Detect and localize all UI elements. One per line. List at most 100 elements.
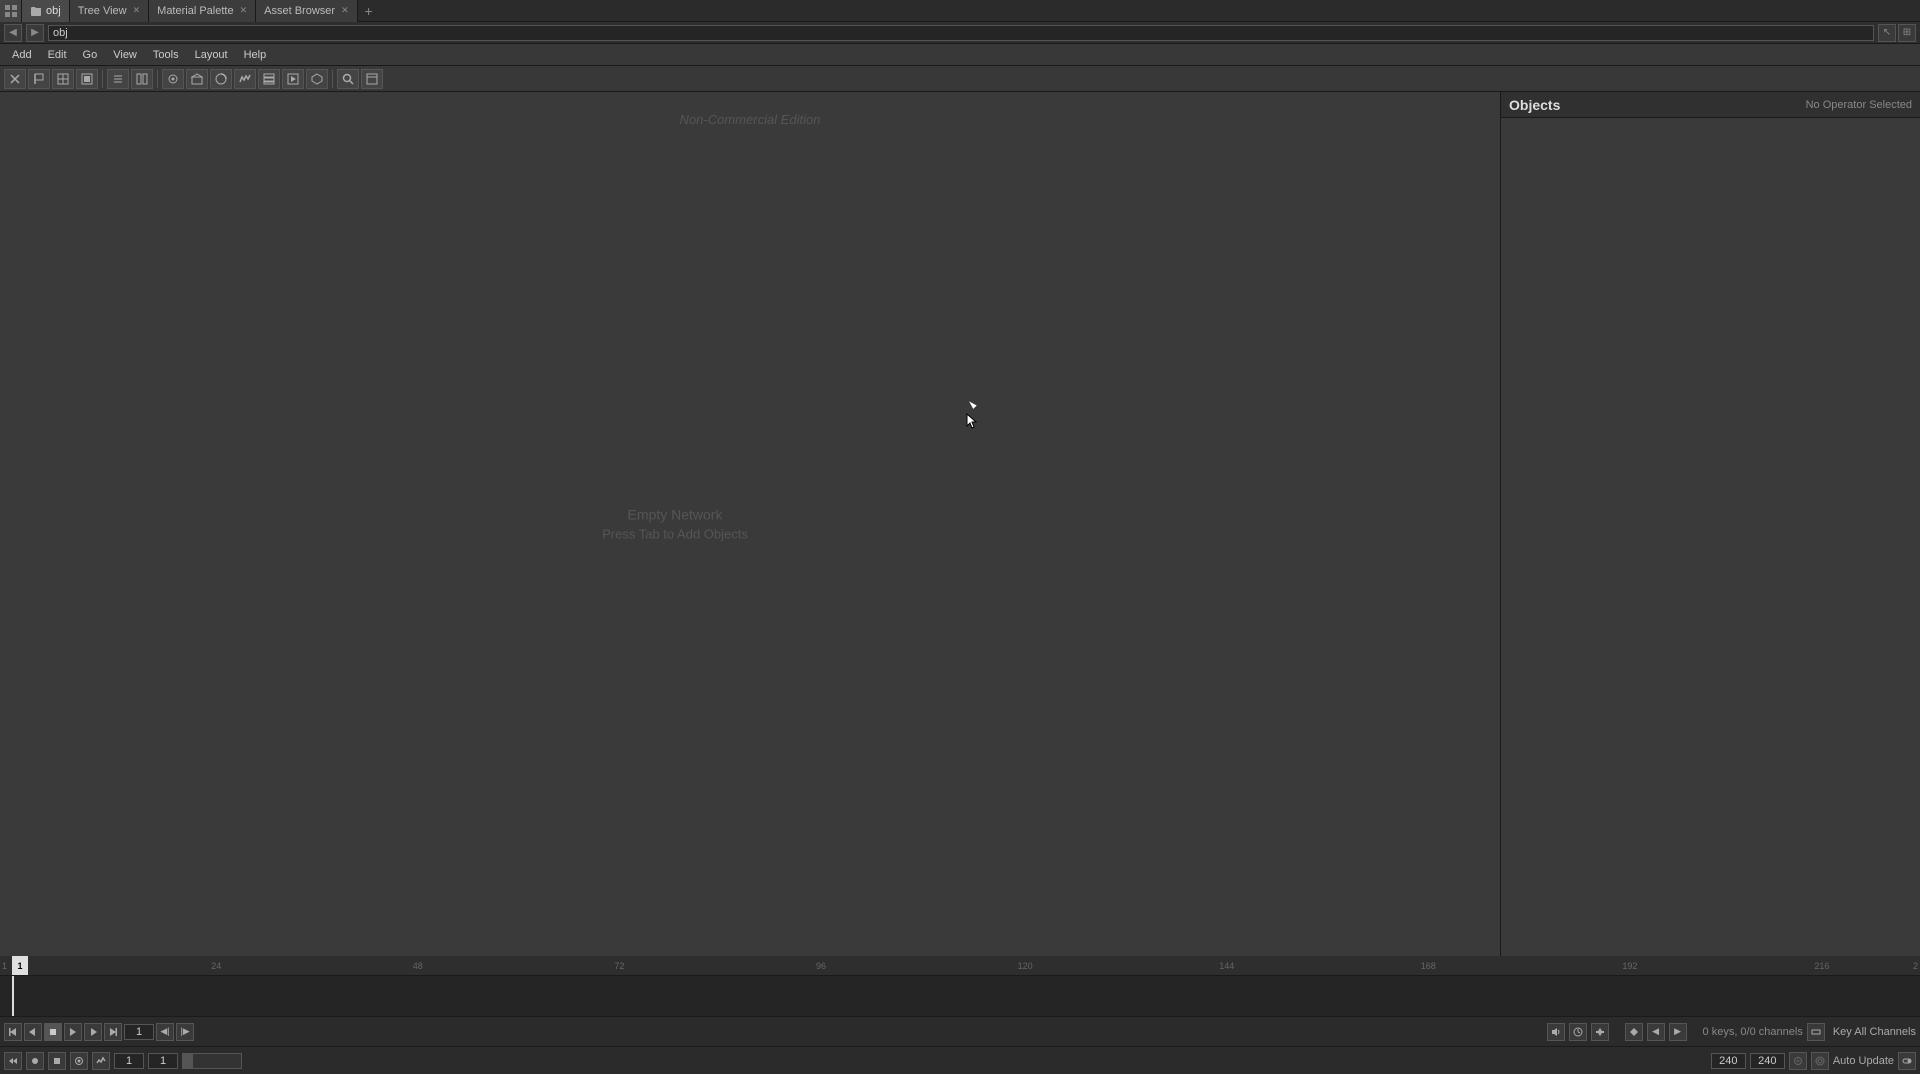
- key-all-channels-label[interactable]: Key All Channels: [1833, 1026, 1916, 1038]
- next-frame-button[interactable]: [84, 1023, 102, 1041]
- keyframe-icon: [1629, 1027, 1639, 1037]
- path-home-button[interactable]: ↖: [1878, 24, 1896, 42]
- ctrl-btn-5[interactable]: [92, 1052, 110, 1070]
- start-frame-input[interactable]: [114, 1053, 144, 1069]
- fps-btn[interactable]: [1811, 1052, 1829, 1070]
- columns-icon: [136, 73, 148, 85]
- ruler-tick-1: 1: [2, 961, 7, 971]
- toolbar-search-btn[interactable]: [337, 69, 359, 89]
- material-icon: [215, 73, 227, 85]
- tab-material-palette[interactable]: Material Palette ✕: [149, 0, 256, 22]
- playhead-line: [12, 976, 14, 1016]
- playhead-frame-value: 1: [17, 961, 22, 971]
- bottom-transport-bar: ◀| |▶ ◀: [0, 1016, 1920, 1046]
- skip-to-end-button[interactable]: [104, 1023, 122, 1041]
- toolbar-flag-btn[interactable]: [28, 69, 50, 89]
- toolbar-comp-btn[interactable]: [282, 69, 304, 89]
- rewind-ctrl-btn[interactable]: [4, 1052, 22, 1070]
- render-icon: [81, 73, 93, 85]
- toolbar-sep-2: [157, 70, 158, 88]
- step-back-button[interactable]: ◀|: [156, 1023, 174, 1041]
- menu-edit[interactable]: Edit: [40, 47, 75, 63]
- ctrl-btn-4[interactable]: [70, 1052, 88, 1070]
- realtime-button[interactable]: [1569, 1023, 1587, 1041]
- prev-frame-button[interactable]: [24, 1023, 42, 1041]
- tab-material-palette-close[interactable]: ✕: [240, 5, 248, 16]
- audio-button[interactable]: [1547, 1023, 1565, 1041]
- range-end-input[interactable]: [1750, 1053, 1785, 1069]
- stop-button[interactable]: [44, 1023, 62, 1041]
- toolbar-net-btn[interactable]: [162, 69, 184, 89]
- toolbar-scene-btn[interactable]: [186, 69, 208, 89]
- back-button[interactable]: ◀: [4, 24, 22, 42]
- ruler-tick-end: 2: [1913, 961, 1918, 971]
- current-frame-input[interactable]: [124, 1024, 154, 1040]
- timeline-content[interactable]: [0, 976, 1920, 1016]
- play-icon: [68, 1027, 78, 1037]
- list-icon: [112, 73, 124, 85]
- range-slider[interactable]: [182, 1053, 242, 1069]
- ruler-tick-96: 96: [816, 961, 826, 971]
- ctrl-icon-5: [96, 1056, 106, 1066]
- toolbar-mat-btn[interactable]: [210, 69, 232, 89]
- tab-material-palette-label: Material Palette: [157, 5, 233, 17]
- path-grid-button[interactable]: ⊞: [1898, 24, 1916, 42]
- menu-go[interactable]: Go: [75, 47, 106, 63]
- path-input[interactable]: [48, 25, 1874, 41]
- record-ctrl-btn[interactable]: [26, 1052, 44, 1070]
- settings-button[interactable]: [1591, 1023, 1609, 1041]
- auto-update-circle-btn[interactable]: [1789, 1052, 1807, 1070]
- audio-icon: [1551, 1027, 1561, 1037]
- menu-help[interactable]: Help: [236, 47, 275, 63]
- channel-scope-icon: [1811, 1027, 1821, 1037]
- ruler-tick-24: 24: [211, 961, 221, 971]
- toolbar-cols-btn[interactable]: [131, 69, 153, 89]
- key-prev-button[interactable]: ◀: [1647, 1023, 1665, 1041]
- toolbar-prefs-btn[interactable]: [361, 69, 383, 89]
- stop-icon: [48, 1027, 58, 1037]
- skip-to-start-button[interactable]: [4, 1023, 22, 1041]
- tab-asset-browser-close[interactable]: ✕: [341, 5, 349, 16]
- toolbar-list-btn[interactable]: [107, 69, 129, 89]
- toolbar: [0, 66, 1920, 92]
- tab-tree-view[interactable]: Tree View ✕: [70, 0, 149, 22]
- chop-icon: [239, 73, 251, 85]
- channel-scope-btn[interactable]: [1807, 1023, 1825, 1041]
- toolbar-sop-btn[interactable]: [306, 69, 328, 89]
- tab-obj-label: obj: [46, 5, 61, 17]
- add-tab-button[interactable]: +: [358, 0, 380, 22]
- play-button[interactable]: [64, 1023, 82, 1041]
- ruler-tick-72: 72: [614, 961, 624, 971]
- range-slider-handle[interactable]: [183, 1054, 193, 1068]
- end-frame-input[interactable]: [148, 1053, 178, 1069]
- ruler-tick-192: 192: [1622, 961, 1637, 971]
- step-fwd-button[interactable]: |▶: [176, 1023, 194, 1041]
- forward-button[interactable]: ▶: [26, 24, 44, 42]
- stop-ctrl-btn[interactable]: [48, 1052, 66, 1070]
- scene-icon: [191, 73, 203, 85]
- watermark-text: Non-Commercial Edition: [680, 112, 821, 127]
- tab-asset-browser[interactable]: Asset Browser ✕: [256, 0, 357, 22]
- tab-obj[interactable]: obj: [22, 0, 70, 22]
- key-next-button[interactable]: ▶: [1669, 1023, 1687, 1041]
- menu-tools[interactable]: Tools: [145, 47, 187, 63]
- network-viewport[interactable]: Non-Commercial Edition Empty Network Pre…: [0, 92, 1500, 956]
- toolbar-display-btn[interactable]: [52, 69, 74, 89]
- snap-icon: [9, 73, 21, 85]
- side-panel-content: [1501, 118, 1920, 956]
- toolbar-render-btn[interactable]: [76, 69, 98, 89]
- menu-add[interactable]: Add: [4, 47, 40, 63]
- toolbar-chop-btn[interactable]: [234, 69, 256, 89]
- toolbar-sep-3: [332, 70, 333, 88]
- range-start-input[interactable]: [1711, 1053, 1746, 1069]
- menu-layout[interactable]: Layout: [187, 47, 236, 63]
- keyframe-button[interactable]: [1625, 1023, 1643, 1041]
- skip-end-icon: [108, 1027, 118, 1037]
- menu-view[interactable]: View: [105, 47, 145, 63]
- toolbar-snap-btn[interactable]: [4, 69, 26, 89]
- auto-update-toggle[interactable]: [1898, 1052, 1916, 1070]
- tab-tree-view-close[interactable]: ✕: [133, 5, 141, 16]
- mouse-cursor: [965, 396, 977, 412]
- ruler-tick-144: 144: [1219, 961, 1234, 971]
- toolbar-dat-btn[interactable]: [258, 69, 280, 89]
